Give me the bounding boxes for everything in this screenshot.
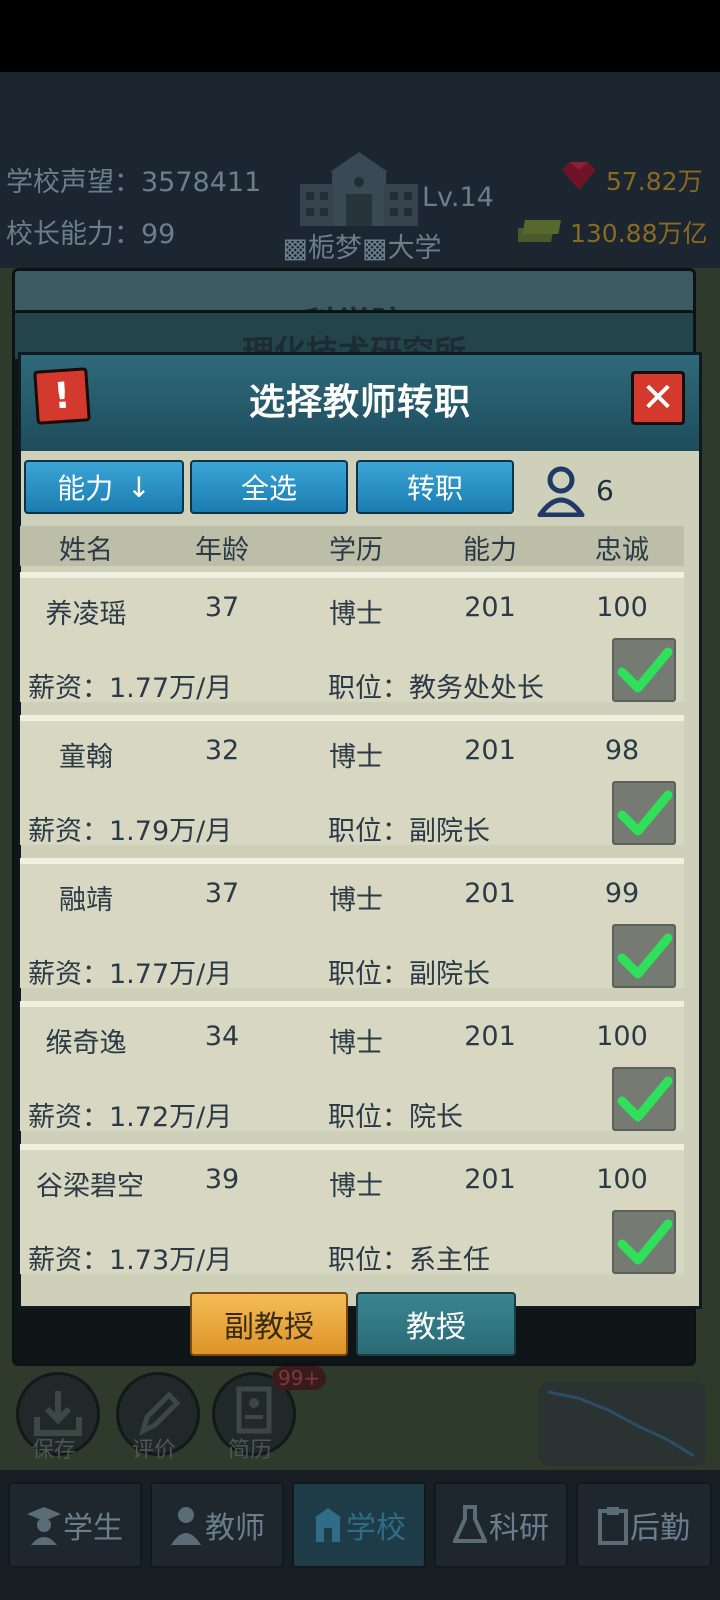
nav-teachers[interactable]: 教师 [150, 1482, 284, 1568]
teacher-name: 谷梁碧空 [36, 1171, 144, 1202]
principal-ability-text: 校长能力：99 [6, 219, 176, 250]
select-all-label: 全选 [240, 472, 297, 505]
nav-school-label: 学校 [346, 1511, 406, 1546]
teacher-age: 37 [204, 878, 240, 909]
teacher-education: 博士 [329, 742, 383, 773]
teacher-salary: 薪资：1.79万/月 [28, 816, 233, 847]
checkmark-icon [617, 647, 673, 693]
teacher-age: 37 [204, 592, 240, 623]
school-level: Lv.14 [422, 182, 494, 213]
sort-by-ability-button[interactable]: 能力 ↓ [24, 460, 184, 514]
flask-icon [453, 1505, 487, 1543]
school-building-icon [300, 152, 418, 226]
trend-line-icon [547, 1390, 695, 1458]
teacher-select-checkbox[interactable] [612, 924, 676, 988]
tab-professor-label: 教授 [406, 1310, 466, 1345]
column-age[interactable]: 年龄 [172, 528, 272, 567]
sort-down-arrow-icon: ↓ [127, 470, 151, 504]
gem-icon [562, 162, 596, 190]
tab-associate-professor[interactable]: 副教授 [190, 1292, 348, 1356]
checkmark-icon [617, 933, 673, 979]
teacher-age: 34 [204, 1021, 240, 1052]
checkmark-icon [617, 1076, 673, 1122]
column-loyalty[interactable]: 忠诚 [572, 528, 672, 567]
column-name[interactable]: 姓名 [36, 528, 136, 567]
money-amount: 130.88万亿 [570, 219, 708, 248]
tab-professor[interactable]: 教授 [356, 1292, 516, 1356]
teacher-education: 博士 [329, 885, 383, 916]
resume-label: 简历 [228, 1438, 273, 1463]
transfer-label: 转职 [406, 472, 463, 505]
nav-research-label: 科研 [489, 1511, 549, 1546]
money-icon [518, 220, 561, 242]
teacher-position: 职位：系主任 [328, 1245, 490, 1276]
close-icon: ✕ [641, 375, 675, 421]
nav-students[interactable]: 学生 [8, 1482, 142, 1568]
tab-associate-label: 副教授 [224, 1310, 314, 1345]
person-icon [537, 466, 585, 517]
student-icon [27, 1507, 61, 1545]
teacher-select-checkbox[interactable] [612, 781, 676, 845]
teacher-loyalty: 98 [604, 735, 640, 766]
teacher-ability: 201 [464, 1021, 516, 1052]
teacher-loyalty: 100 [596, 1021, 648, 1052]
nav-students-label: 学生 [63, 1511, 123, 1546]
reputation-text: 学校声望：3578411 [6, 167, 262, 198]
teacher-loyalty: 99 [604, 878, 640, 909]
trend-minimap[interactable] [538, 1382, 706, 1466]
nav-research[interactable]: 科研 [434, 1482, 568, 1568]
teacher-ability: 201 [464, 878, 516, 909]
select-all-button[interactable]: 全选 [190, 460, 348, 514]
teacher-position: 职位：院长 [328, 1102, 463, 1133]
checkmark-icon [617, 790, 673, 836]
alert-icon[interactable]: ! [33, 367, 91, 425]
school-name: ▩栀梦▩大学 [282, 233, 442, 264]
teacher-education: 博士 [329, 599, 383, 630]
teacher-education: 博士 [329, 1171, 383, 1202]
teacher-loyalty: 100 [596, 592, 648, 623]
resume-badge: 99+ [272, 1366, 327, 1390]
review-label: 评价 [132, 1438, 177, 1463]
nav-teachers-label: 教师 [205, 1511, 265, 1546]
school-icon [314, 1508, 342, 1542]
teacher-salary: 薪资：1.77万/月 [28, 673, 233, 704]
column-education[interactable]: 学历 [306, 528, 406, 567]
teacher-age: 32 [204, 735, 240, 766]
dialog-title: 选择教师转职 [248, 382, 471, 423]
teacher-salary: 薪资：1.72万/月 [28, 1102, 233, 1133]
teacher-salary: 薪资：1.77万/月 [28, 959, 233, 990]
teacher-ability: 201 [464, 592, 516, 623]
teacher-name: 缑奇逸 [45, 1028, 127, 1059]
teacher-select-checkbox[interactable] [612, 638, 676, 702]
nav-logistics[interactable]: 后勤 [576, 1482, 712, 1568]
teacher-name: 养凌瑶 [45, 599, 127, 630]
teacher-name: 童翰 [59, 742, 113, 773]
teacher-icon [171, 1507, 201, 1545]
transfer-button[interactable]: 转职 [356, 460, 514, 514]
sort-label: 能力 [57, 472, 114, 505]
teacher-loyalty: 100 [596, 1164, 648, 1195]
teacher-age: 39 [204, 1164, 240, 1195]
nav-logistics-label: 后勤 [630, 1511, 690, 1546]
teacher-ability: 201 [464, 1164, 516, 1195]
close-button[interactable]: ✕ [631, 371, 685, 425]
save-label: 保存 [32, 1438, 77, 1463]
teacher-position: 职位：教务处处长 [328, 673, 544, 704]
teacher-select-checkbox[interactable] [612, 1210, 676, 1274]
teacher-name: 融靖 [59, 885, 113, 916]
teacher-ability: 201 [464, 735, 516, 766]
column-ability[interactable]: 能力 [440, 528, 540, 567]
selected-count: 6 [596, 474, 614, 507]
teacher-position: 职位：副院长 [328, 959, 490, 990]
teacher-select-checkbox[interactable] [612, 1067, 676, 1131]
clipboard-icon [598, 1507, 628, 1545]
teacher-position: 职位：副院长 [328, 816, 490, 847]
teacher-education: 博士 [329, 1028, 383, 1059]
gem-amount: 57.82万 [606, 167, 703, 196]
nav-school[interactable]: 学校 [292, 1482, 426, 1568]
checkmark-icon [617, 1219, 673, 1265]
teacher-salary: 薪资：1.73万/月 [28, 1245, 233, 1276]
